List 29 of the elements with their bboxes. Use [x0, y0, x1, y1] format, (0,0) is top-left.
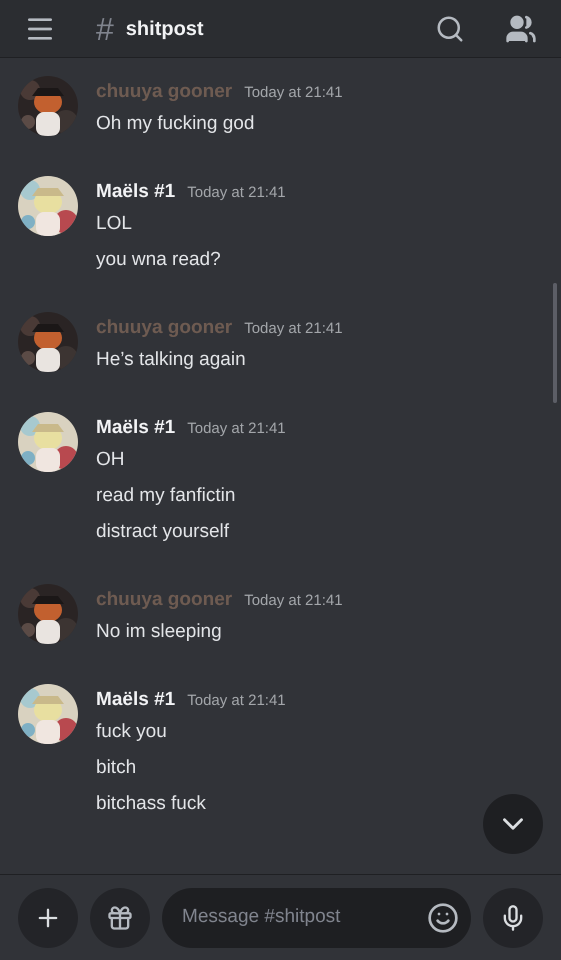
- message-text: Oh my fucking god: [96, 112, 256, 136]
- message-text: LOL: [96, 212, 133, 236]
- message-text: read my fanfictin: [96, 484, 236, 508]
- message-input[interactable]: Message #shitpost: [182, 903, 427, 932]
- emoji-icon[interactable]: [427, 902, 459, 934]
- members-icon[interactable]: [505, 12, 537, 44]
- message-text: bitchass fuck: [96, 792, 207, 816]
- channel-title: shitpost: [126, 16, 204, 42]
- search-icon[interactable]: [435, 14, 465, 44]
- timestamp: Today at 21:41: [187, 419, 286, 439]
- message-text: you wna read?: [96, 248, 222, 272]
- timestamp: Today at 21:41: [244, 591, 343, 611]
- message-text: He’s talking again: [96, 348, 247, 372]
- timestamp: Today at 21:41: [244, 83, 343, 103]
- timestamp: Today at 21:41: [187, 691, 286, 711]
- message-text: bitch: [96, 756, 138, 780]
- message-field[interactable]: Message #shitpost: [162, 888, 471, 948]
- gift-icon: [106, 904, 134, 932]
- author-name[interactable]: Maëls #1: [96, 178, 176, 206]
- message-text: OH: [96, 448, 126, 472]
- timestamp: Today at 21:41: [187, 183, 286, 203]
- author-name[interactable]: Maëls #1: [96, 414, 176, 442]
- channel-hash: #: [96, 12, 114, 44]
- message-text: No im sleeping: [96, 620, 223, 644]
- timestamp: Today at 21:41: [244, 319, 343, 339]
- scrollbar[interactable]: [553, 283, 557, 403]
- message-text: distract yourself: [96, 520, 230, 544]
- message-text: fuck you: [96, 720, 168, 744]
- author-name[interactable]: Maëls #1: [96, 686, 176, 714]
